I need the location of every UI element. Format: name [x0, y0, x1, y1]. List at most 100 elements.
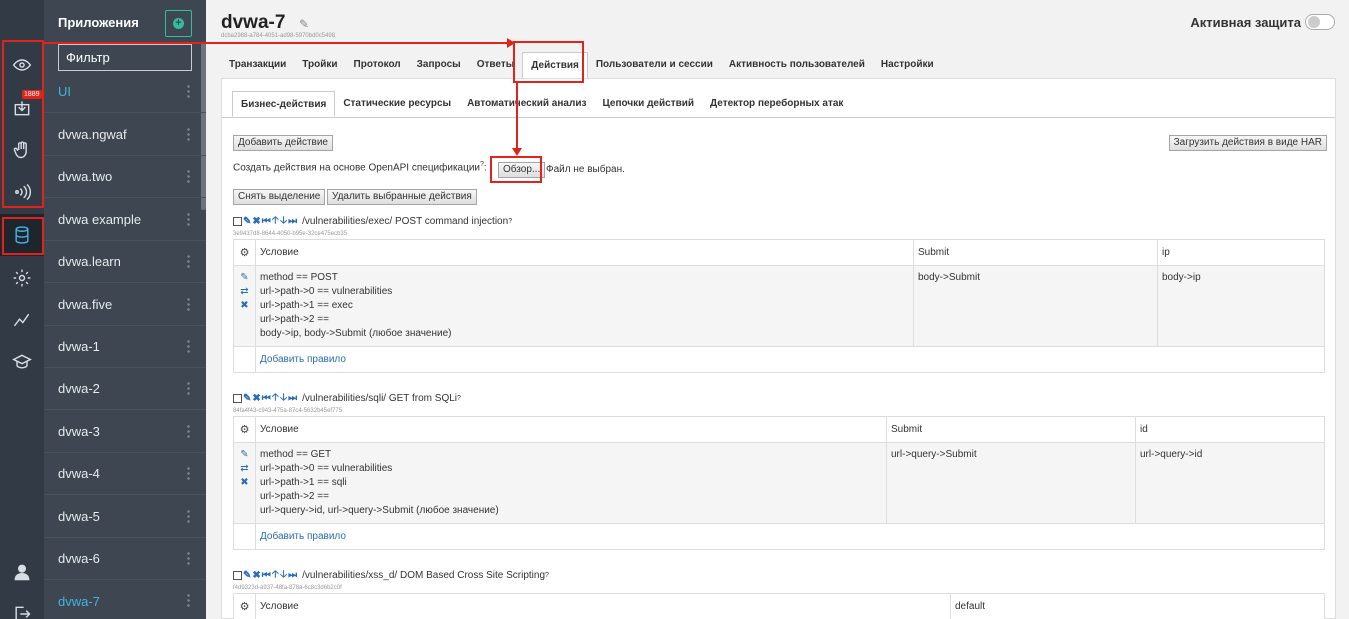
move-top-icon[interactable]: ⏮ [262, 393, 271, 404]
pencil-icon[interactable]: ✎ [299, 17, 309, 31]
move-top-icon[interactable]: ⏮ [262, 570, 271, 581]
tab-action-chains[interactable]: Цепочки действий [594, 91, 702, 117]
app-item[interactable]: dvwa-5 [44, 496, 206, 538]
app-item[interactable]: dvwa-3 [44, 411, 206, 453]
tab-users-sessions[interactable]: Пользователи и сессии [588, 52, 721, 78]
tab-auto-analysis[interactable]: Автоматический анализ [459, 91, 594, 117]
more-icon[interactable] [187, 127, 190, 141]
move-down-icon[interactable]: 🡣 [280, 213, 287, 230]
app-item[interactable]: dvwa-7 [44, 580, 206, 619]
action-header: ✎ ✖ ⏮ 🡡 🡣 ⏭ /vulnerabilities/xss_d/ DOM … [233, 567, 549, 583]
deselect-button[interactable]: Снять выделение [233, 189, 326, 205]
more-icon[interactable] [187, 169, 190, 183]
chart-icon[interactable] [0, 299, 44, 341]
action-checkbox[interactable] [233, 216, 242, 226]
more-icon[interactable] [187, 424, 190, 438]
edit-icon[interactable]: ✎ [238, 448, 251, 462]
move-bottom-icon[interactable]: ⏭ [288, 570, 297, 581]
more-icon[interactable] [187, 466, 190, 480]
move-down-icon[interactable]: 🡣 [280, 390, 287, 407]
app-item[interactable]: dvwa.learn [44, 241, 206, 283]
tab-user-activity[interactable]: Активность пользователей [721, 52, 873, 78]
gear-icon[interactable]: ⚙ [233, 593, 256, 619]
action-id: 84fa4f43-c943-475a-87c4-5632b45ef775 [233, 408, 343, 414]
more-icon[interactable] [187, 339, 190, 353]
tab-business-actions[interactable]: Бизнес-действия [232, 91, 336, 117]
move-up-icon[interactable]: 🡡 [272, 213, 279, 230]
tab-requests[interactable]: Запросы [409, 52, 469, 78]
tab-settings[interactable]: Настройки [873, 52, 942, 78]
move-up-icon[interactable]: 🡡 [272, 390, 279, 407]
edit-icon[interactable]: ✎ [243, 393, 251, 404]
app-item[interactable]: dvwa-2 [44, 368, 206, 410]
more-icon[interactable] [187, 593, 190, 607]
help-icon[interactable]: ? [457, 395, 461, 402]
app-item[interactable]: dvwa-6 [44, 538, 206, 580]
move-bottom-icon[interactable]: ⏭ [288, 393, 297, 404]
applications-sidebar: Приложения + UI dvwa.ngwaf dvwa.two dvwa… [44, 0, 206, 619]
delete-icon[interactable]: ✖ [252, 216, 260, 227]
move-bottom-icon[interactable]: ⏭ [288, 216, 297, 227]
tab-brute-force-detector[interactable]: Детектор переборных атак [702, 91, 851, 117]
gear-icon[interactable]: ⚙ [233, 239, 256, 266]
action-checkbox[interactable] [233, 570, 242, 580]
more-icon[interactable] [187, 212, 190, 226]
more-icon[interactable] [187, 254, 190, 268]
move-down-icon[interactable]: 🡣 [280, 567, 287, 584]
column-header: Условие [255, 593, 951, 619]
more-icon[interactable] [187, 509, 190, 523]
action-id: 3e9437d8-8644-4050-b95e-32ce475ecb35 [233, 231, 348, 237]
move-top-icon[interactable]: ⏮ [262, 216, 271, 227]
filter-input[interactable] [58, 44, 192, 71]
more-icon[interactable] [187, 381, 190, 395]
action-checkbox[interactable] [233, 393, 242, 403]
protection-toggle[interactable] [1305, 14, 1335, 30]
action-header: ✎ ✖ ⏮ 🡡 🡣 ⏭ /vulnerabilities/exec/ POST … [233, 213, 512, 229]
delete-selected-button[interactable]: Удалить выбранные действия [327, 189, 477, 205]
highlight-box [513, 41, 584, 83]
rules-table: ⚙ Условие default [233, 593, 1325, 619]
app-item[interactable]: dvwa example [44, 199, 206, 241]
value-cell: url->query->id [1135, 442, 1325, 524]
help-icon[interactable]: ? [508, 218, 512, 225]
help-icon[interactable]: ? [545, 572, 549, 579]
user-icon[interactable] [0, 551, 44, 593]
delete-icon[interactable]: ✖ [252, 393, 260, 404]
tab-transactions[interactable]: Транзакции [221, 52, 294, 78]
add-rule-link[interactable]: Добавить правило [260, 531, 346, 542]
app-item[interactable]: dvwa-1 [44, 326, 206, 368]
app-item[interactable]: dvwa.two [44, 156, 206, 198]
app-item[interactable]: UI [44, 71, 206, 113]
app-item[interactable]: dvwa.ngwaf [44, 114, 206, 156]
more-icon[interactable] [187, 297, 190, 311]
delete-icon[interactable]: ✖ [252, 570, 260, 581]
upload-har-button[interactable]: Загрузить действия в виде HAR [1168, 135, 1327, 151]
settings-icon[interactable] [0, 257, 44, 299]
swap-icon[interactable]: ⇄ [238, 285, 251, 299]
more-icon[interactable] [187, 551, 190, 565]
tab-triples[interactable]: Тройки [294, 52, 345, 78]
more-icon[interactable] [187, 84, 190, 98]
tab-protocol[interactable]: Протокол [346, 52, 409, 78]
tab-static-resources[interactable]: Статические ресурсы [335, 91, 459, 117]
move-up-icon[interactable]: 🡡 [272, 567, 279, 584]
add-action-button[interactable]: Добавить действие [233, 135, 333, 151]
swap-icon[interactable]: ⇄ [238, 462, 251, 476]
column-header: ip [1157, 239, 1325, 266]
condition-cell: method == POST url->path->0 == vulnerabi… [255, 265, 914, 347]
protection-label: Активная защита [1190, 15, 1301, 30]
graduation-icon[interactable] [0, 341, 44, 383]
add-application-button[interactable]: + [165, 10, 192, 37]
app-item[interactable]: dvwa.five [44, 284, 206, 326]
delete-icon[interactable]: ✖ [238, 476, 251, 490]
edit-icon[interactable]: ✎ [238, 271, 251, 285]
logout-icon[interactable] [0, 593, 44, 619]
delete-icon[interactable]: ✖ [238, 299, 251, 313]
edit-icon[interactable]: ✎ [243, 570, 251, 581]
app-item[interactable]: dvwa-4 [44, 453, 206, 495]
condition-cell: method == GET url->path->0 == vulnerabil… [255, 442, 887, 524]
add-rule-link[interactable]: Добавить правило [260, 354, 346, 365]
gear-icon[interactable]: ⚙ [233, 416, 256, 443]
edit-icon[interactable]: ✎ [243, 216, 251, 227]
column-header: Submit [886, 416, 1136, 443]
